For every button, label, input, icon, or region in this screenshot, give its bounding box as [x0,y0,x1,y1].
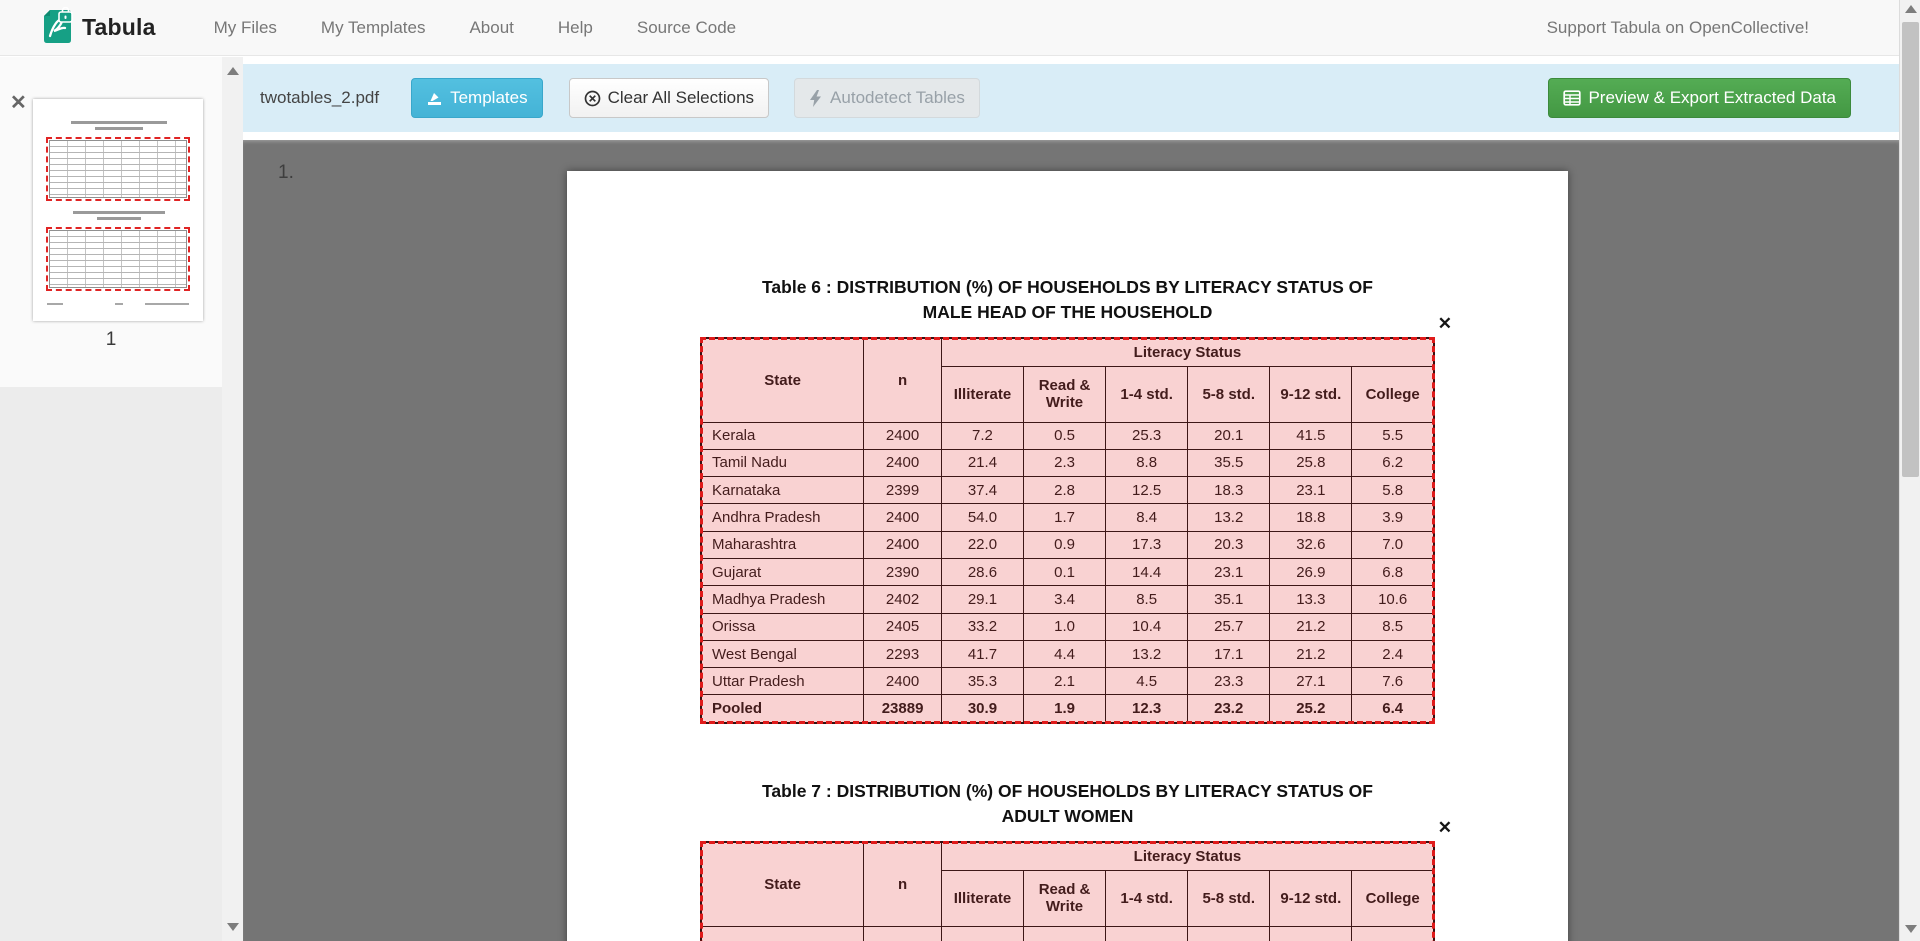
thumb-title-line [97,217,141,220]
scroll-up-icon[interactable] [227,67,239,75]
thumbnail-panel: ✕ 1 [0,57,222,387]
thumb-selection-2 [46,227,190,291]
page-marker: 1. [278,162,294,184]
thumb-selection-1 [46,137,190,201]
window-scroll-up-icon[interactable] [1905,5,1917,13]
clear-all-selections-button[interactable]: Clear All Selections [569,78,769,119]
thumb-title-line [95,127,143,130]
clear-circle-x-icon [584,90,601,107]
autodetect-tables-button[interactable]: Autodetect Tables [794,78,980,119]
sidebar-scrollbar[interactable] [222,57,243,941]
templates-icon [426,90,443,107]
export-label: Preview & Export Extracted Data [1588,87,1836,110]
thumb-footer-line [145,303,189,305]
nav-item-source-code[interactable]: Source Code [615,8,758,48]
clear-all-label: Clear All Selections [608,87,754,110]
templates-label: Templates [450,87,527,110]
thumbnail-sidebar: ✕ 1 [0,57,243,941]
nav-item-help[interactable]: Help [536,8,615,48]
lightning-bolt-icon [809,90,823,107]
table6-title: Table 6 : DISTRIBUTION (%) OF HOUSEHOLDS… [567,275,1568,326]
nav-item-about[interactable]: About [447,8,535,48]
brand-link[interactable]: Tabula [42,7,156,49]
thumb-footer-line [47,303,63,305]
remove-page-icon[interactable]: ✕ [10,93,27,113]
support-link[interactable]: Support Tabula on OpenCollective! [1547,18,1809,38]
preview-export-button[interactable]: Preview & Export Extracted Data [1548,78,1851,119]
selection-overlay-2[interactable] [700,841,1435,941]
nav-menu: My Files My Templates About Help Source … [192,8,758,48]
autodetect-label: Autodetect Tables [830,87,965,110]
window-scroll-down-icon[interactable] [1905,925,1917,933]
table7-title: Table 7 : DISTRIBUTION (%) OF HOUSEHOLDS… [567,779,1568,830]
selection-close-icon-2[interactable]: ✕ [1438,818,1452,838]
thumbnail-page-number: 1 [0,329,222,351]
thumb-footer-line [115,303,123,305]
pdf-page: Table 6 : DISTRIBUTION (%) OF HOUSEHOLDS… [567,171,1568,941]
selection-table6: StatenLiteracy StatusIlliterateRead & Wr… [700,337,1435,724]
templates-button[interactable]: Templates [411,78,542,119]
page-thumbnail[interactable] [33,99,203,321]
nav-item-my-templates[interactable]: My Templates [299,8,448,48]
brand-name: Tabula [82,14,156,41]
window-scroll-thumb[interactable] [1902,22,1919,477]
selection-table7: StatenLiteracy StatusIlliterateRead & Wr… [700,841,1435,941]
selection-close-icon-1[interactable]: ✕ [1438,314,1452,334]
thumb-title-line [71,121,167,124]
pdf-filename: twotables_2.pdf [260,88,379,108]
scroll-down-icon[interactable] [227,923,239,931]
window-scrollbar[interactable] [1899,0,1920,941]
navbar: Tabula My Files My Templates About Help … [0,0,1899,56]
tabula-app: Tabula My Files My Templates About Help … [0,0,1920,941]
document-viewer: 1. Table 6 : DISTRIBUTION (%) OF HOUSEHO… [243,140,1899,941]
thumb-title-line [73,211,165,214]
nav-item-my-files[interactable]: My Files [192,8,299,48]
pdf-toolbar: twotables_2.pdf Templates Clear All Sele… [243,64,1899,132]
selection-overlay-1[interactable] [700,337,1435,724]
export-table-icon [1563,90,1581,106]
tabula-logo-icon [42,7,74,49]
